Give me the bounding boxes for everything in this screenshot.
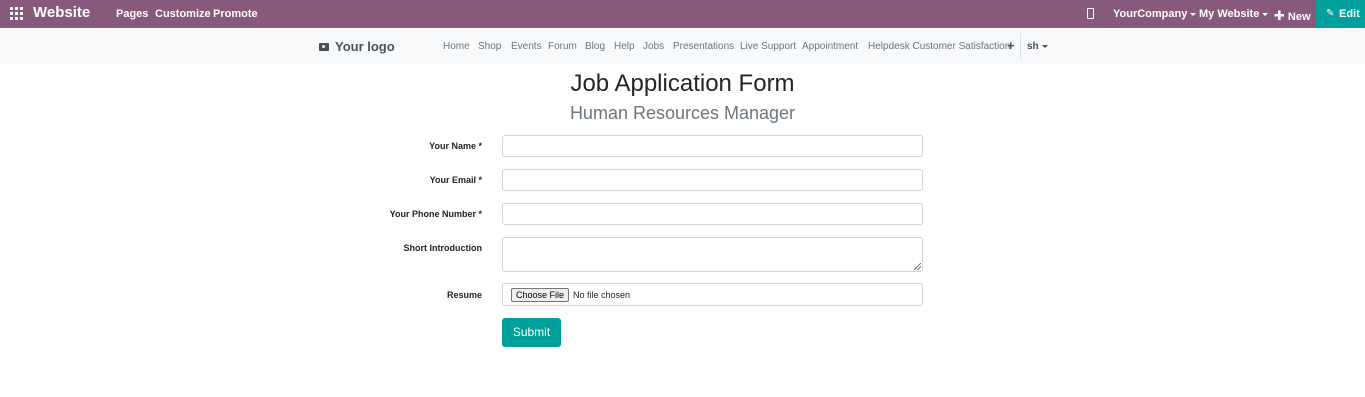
nav-link-forum[interactable]: Forum — [548, 41, 577, 52]
phone-label: Your Phone Number * — [389, 209, 482, 219]
email-label: Your Email * — [429, 175, 482, 185]
apps-grid-icon[interactable] — [10, 7, 23, 20]
nav-link-jobs[interactable]: Jobs — [643, 41, 664, 52]
nav-link-helpdesk[interactable]: Helpdesk Customer Satisfaction — [868, 41, 1010, 52]
company-label: YourCompany — [1113, 8, 1188, 20]
website-label: My Website — [1199, 8, 1260, 20]
name-input[interactable] — [502, 135, 923, 157]
pencil-icon: ✎ — [1326, 8, 1335, 19]
nav-link-help[interactable]: Help — [614, 41, 635, 52]
nav-link-appointment[interactable]: Appointment — [802, 41, 858, 52]
nav-link-home[interactable]: Home — [443, 41, 470, 52]
nav-link-blog[interactable]: Blog — [585, 41, 605, 52]
caret-down-icon — [1262, 12, 1269, 16]
resume-label: Resume — [446, 290, 482, 300]
introduction-label: Short Introduction — [403, 243, 483, 253]
phone-input[interactable] — [502, 203, 923, 225]
nav-link-live-support[interactable]: Live Support — [740, 41, 796, 52]
menu-promote[interactable]: Promote — [213, 8, 258, 20]
plus-icon: ✚ — [1274, 8, 1285, 23]
nav-link-shop[interactable]: Shop — [478, 41, 501, 52]
email-input[interactable] — [502, 169, 923, 191]
resize-grip-icon[interactable] — [914, 263, 921, 270]
site-logo[interactable]: Your logo — [319, 39, 395, 54]
nav-link-events[interactable]: Events — [511, 41, 542, 52]
submit-button[interactable]: Submit — [502, 318, 561, 347]
mobile-preview-icon[interactable] — [1087, 8, 1094, 19]
nav-divider — [1020, 33, 1021, 60]
file-status-text: No file chosen — [573, 290, 631, 300]
admin-topbar: Website Pages Customize Promote YourComp… — [0, 0, 1365, 28]
edit-button[interactable]: ✎ Edit — [1316, 0, 1365, 28]
page-title: Job Application Form — [570, 70, 795, 97]
website-navbar: Your logo Home Shop Events Forum Blog He… — [0, 29, 1365, 64]
camera-icon — [319, 43, 329, 51]
name-label: Your Name * — [429, 141, 482, 151]
app-title[interactable]: Website — [33, 4, 90, 21]
add-menu-plus-icon[interactable]: + — [1007, 38, 1015, 53]
page-subtitle: Human Resources Manager — [569, 103, 796, 123]
logo-text: Your logo — [335, 39, 395, 54]
language-selector[interactable]: sh — [1027, 41, 1048, 52]
menu-customize[interactable]: Customize — [155, 8, 211, 20]
caret-down-icon — [1041, 44, 1048, 48]
choose-file-button[interactable]: Choose File — [511, 288, 570, 302]
resume-file-input[interactable]: Choose File No file chosen — [502, 283, 923, 306]
edit-label: Edit — [1339, 8, 1360, 20]
new-label: New — [1287, 11, 1311, 23]
caret-down-icon — [1190, 12, 1197, 16]
website-switcher[interactable]: My Website — [1199, 8, 1269, 20]
company-switcher[interactable]: YourCompany — [1113, 8, 1197, 20]
language-label: sh — [1027, 41, 1039, 52]
menu-pages[interactable]: Pages — [116, 8, 148, 20]
introduction-textarea[interactable] — [502, 237, 923, 272]
new-button[interactable]: ✚ New — [1274, 8, 1311, 24]
nav-link-presentations[interactable]: Presentations — [673, 41, 734, 52]
